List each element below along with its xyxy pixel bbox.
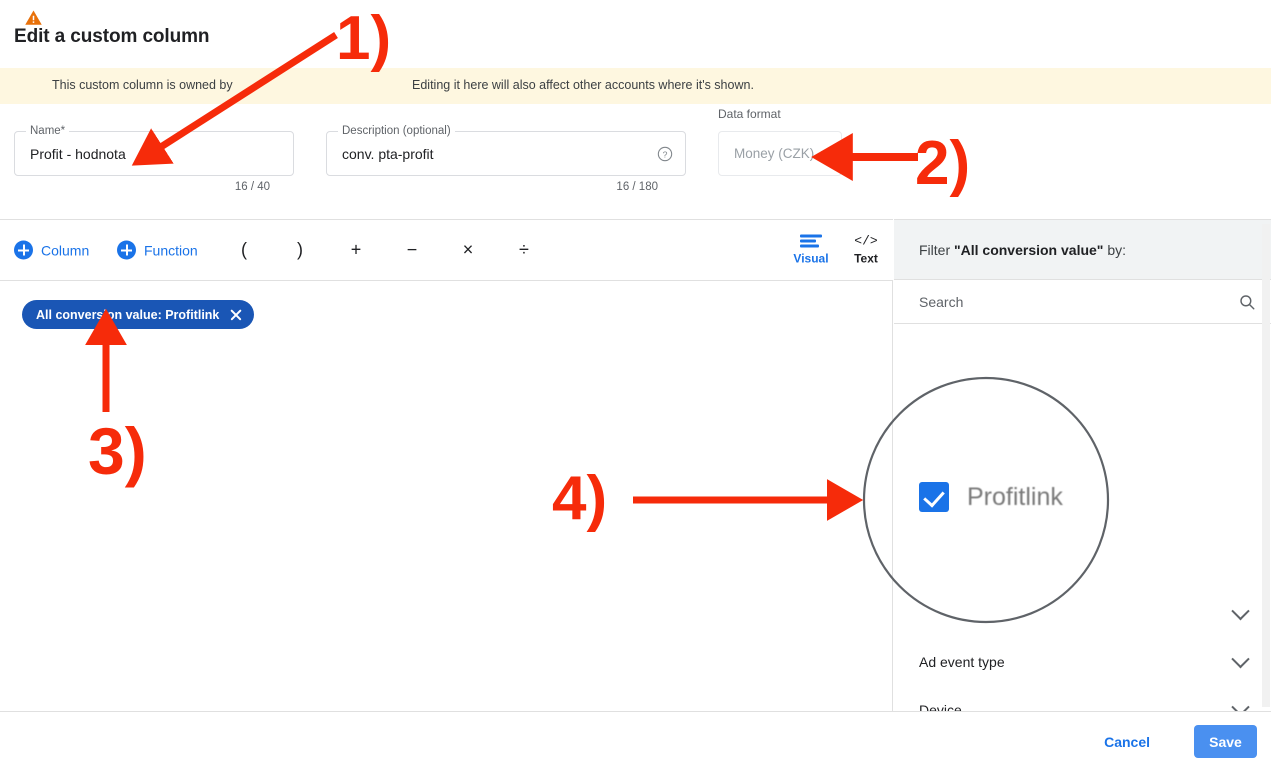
filter-panel-title: Filter "All conversion value" by: [919, 242, 1126, 258]
code-brackets-icon: </> [854, 233, 878, 249]
warning-text-part1: This custom column is owned by [52, 78, 233, 92]
filter-section-row-ad-event-type[interactable]: Ad event type [894, 638, 1271, 686]
name-field[interactable]: Name* Profit - hodnota [14, 124, 294, 176]
operator-divide-button[interactable]: ÷ [513, 240, 535, 261]
filter-panel-header: Filter "All conversion value" by: [894, 219, 1271, 280]
svg-text:?: ? [663, 149, 668, 159]
tab-visual-mode[interactable]: Visual [783, 234, 839, 266]
filter-option-label: Profitlink [967, 482, 1063, 511]
chevron-down-icon[interactable] [1231, 649, 1250, 669]
data-format-label: Data format [718, 107, 781, 121]
add-column-label: Column [41, 242, 90, 258]
operator-minus-button[interactable]: − [401, 240, 423, 261]
filter-title-suffix: by: [1103, 241, 1127, 258]
dialog-footer: Cancel Save [0, 711, 1271, 775]
data-format-value: Money (CZK) [734, 146, 815, 161]
description-field[interactable]: Description (optional) conv. pta-profit … [326, 124, 686, 176]
name-character-counter: 16 / 40 [234, 181, 270, 193]
data-format-select[interactable]: Money (CZK) [718, 131, 842, 176]
save-button[interactable]: Save [1194, 725, 1257, 758]
name-field-label: Name* [26, 124, 70, 138]
operator-plus-button[interactable]: + [345, 240, 367, 261]
description-character-counter: 16 / 180 [616, 181, 658, 193]
add-function-button[interactable]: Function [117, 240, 198, 260]
annotation-label-1: 1) [336, 4, 392, 73]
formula-chip-all-conversion-value[interactable]: All conversion value: Profitlink [22, 300, 255, 329]
filter-option-profitlink[interactable]: Profitlink [894, 472, 1271, 522]
edit-custom-column-dialog: Edit a custom column This custom column … [0, 0, 1271, 775]
filter-title-quoted: "All conversion value" [954, 241, 1104, 258]
search-input[interactable] [919, 293, 1209, 310]
chevron-down-icon [821, 151, 832, 156]
add-column-button[interactable]: Column [14, 240, 90, 260]
align-lines-icon [800, 234, 822, 249]
filter-title-prefix: Filter [919, 241, 954, 258]
description-field-label: Description (optional) [338, 124, 455, 138]
filter-section-label: Ad event type [919, 654, 1005, 670]
operator-multiply-button[interactable]: × [457, 240, 479, 261]
annotation-label-4: 4) [552, 464, 608, 533]
description-field-value: conv. pta-profit [342, 145, 434, 162]
warning-text-part2: Editing it here will also affect other a… [412, 78, 754, 92]
chevron-down-icon[interactable] [1231, 601, 1250, 621]
warning-triangle-icon [25, 10, 42, 25]
filter-search-row[interactable] [894, 280, 1271, 324]
annotation-label-3: 3) [88, 414, 147, 488]
visual-mode-label: Visual [793, 251, 829, 266]
formula-editor-area[interactable]: All conversion value: Profitlink [0, 281, 893, 711]
cancel-button[interactable]: Cancel [1104, 734, 1150, 750]
plus-circle-icon [117, 240, 136, 260]
text-mode-label: Text [854, 251, 878, 266]
checkbox-checked-icon[interactable] [919, 482, 949, 512]
operator-left-paren-button[interactable]: ( [233, 240, 255, 261]
page-title: Edit a custom column [14, 26, 210, 47]
annotation-label-2: 2) [915, 129, 971, 198]
search-icon[interactable] [1238, 293, 1256, 311]
formula-chip-label: All conversion value: Profitlink [36, 307, 220, 322]
name-field-value: Profit - hodnota [30, 145, 126, 162]
filter-section-row[interactable] [894, 590, 1271, 638]
help-circle-icon[interactable]: ? [657, 146, 673, 162]
formula-toolbar: Column Function ( ) + − × ÷ Visual </> T… [0, 219, 893, 281]
filter-panel-scrollbar[interactable] [1262, 224, 1270, 707]
close-x-icon[interactable] [228, 307, 244, 323]
tab-text-mode[interactable]: </> Text [838, 233, 894, 266]
add-function-label: Function [144, 242, 198, 258]
filter-panel: Filter "All conversion value" by: Profit… [894, 219, 1271, 718]
plus-circle-icon [14, 240, 33, 260]
operator-right-paren-button[interactable]: ) [289, 240, 311, 261]
